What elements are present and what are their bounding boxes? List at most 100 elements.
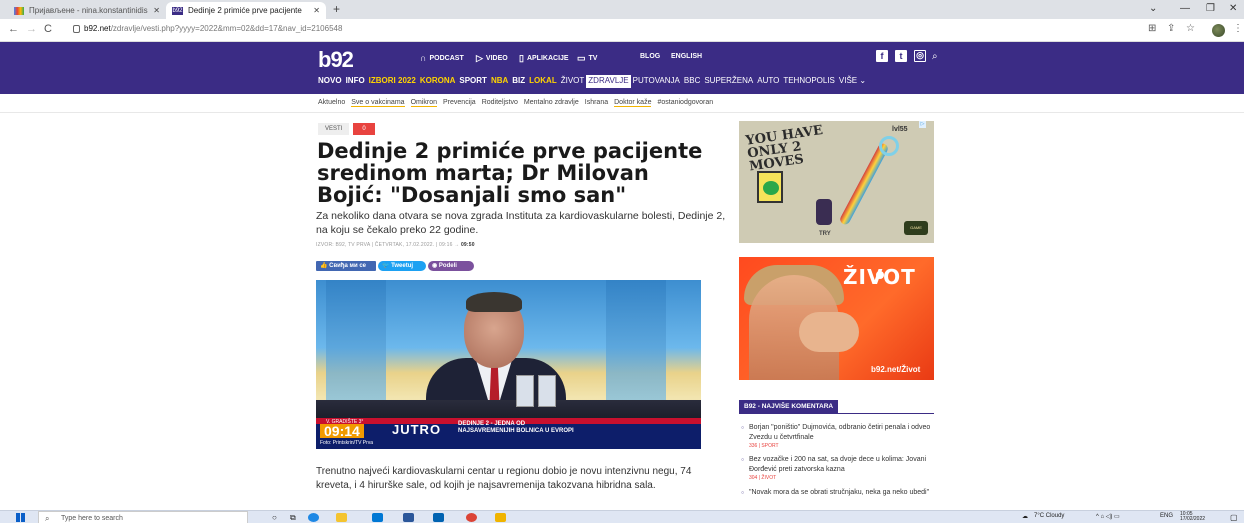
nav-zdravlje[interactable]: ZDRAVLJE (586, 75, 631, 88)
subnav-aktuelno[interactable]: Aktuelno (318, 99, 345, 107)
lock-icon[interactable] (73, 25, 80, 33)
task-view-icon[interactable]: ⧉ (290, 513, 296, 523)
windows-taskbar: ⌕ Type here to search ○ ⧉ ☁ 7°C Cloudy ^ … (0, 510, 1244, 523)
ad-level: lvl55 (892, 126, 908, 133)
menu-icon[interactable]: ⋮ (1233, 23, 1243, 34)
word-icon[interactable] (403, 513, 414, 522)
zivot-promo[interactable]: ŽIVOT b92.net/Život (739, 257, 934, 380)
tab-gmail[interactable]: Пријављене - nina.konstantinidis ✕ (8, 2, 166, 19)
language-indicator[interactable]: ENG (1160, 513, 1173, 519)
nav-korona[interactable]: KORONA (418, 76, 458, 88)
close-tab-icon[interactable]: ✕ (153, 6, 160, 15)
share-icon[interactable]: ⇪ (1167, 23, 1175, 34)
chrome-icon[interactable] (466, 513, 477, 522)
game-ad[interactable]: YOU HAVE ONLY 2 MOVES lvl55 TRY GAME (739, 121, 934, 243)
profile-avatar[interactable] (1212, 24, 1225, 37)
subnav-mentalno[interactable]: Mentalno zdravlje (524, 99, 579, 107)
search-icon: ⌕ (45, 514, 50, 523)
photo-credit: Foto: Printskrin/TV Prva (320, 440, 374, 446)
weather-icon[interactable]: ☁ (1022, 513, 1028, 520)
facebook-icon[interactable]: f (876, 50, 888, 62)
minimize-icon[interactable]: — (1180, 3, 1190, 14)
subnav-ishrana[interactable]: Ishrana (585, 99, 608, 107)
store-icon[interactable] (433, 513, 444, 522)
notifications-icon[interactable]: ▢ (1230, 513, 1238, 522)
list-item[interactable]: Borjan "poništio" Dujmovića, odbranio če… (741, 423, 931, 450)
facebook-like-button[interactable]: 👍 Свиђа ми се (316, 261, 376, 271)
edge-icon[interactable] (308, 513, 319, 522)
nav-zivot[interactable]: ŽIVOT (559, 76, 587, 88)
app-icon[interactable] (495, 513, 506, 522)
cortana-icon[interactable]: ○ (272, 513, 277, 522)
subnav-vakcine[interactable]: Sve o vakcinama (351, 99, 405, 107)
clock[interactable]: 10:05 17/02/2022 (1180, 512, 1205, 522)
tab-search-chevron-icon[interactable]: ⌄ (1149, 3, 1157, 14)
translate-icon[interactable]: ⊞ (1148, 23, 1156, 34)
close-window-icon[interactable]: ✕ (1229, 3, 1237, 14)
tray-icons[interactable]: ^ ⌂ ◁) ▭ (1096, 513, 1120, 520)
nav-biz[interactable]: BIZ (510, 76, 527, 88)
close-tab-icon[interactable]: ✕ (313, 6, 320, 15)
reload-icon[interactable]: C (44, 23, 52, 35)
nav-superzena[interactable]: SUPERŽENA (702, 76, 755, 88)
subnav-roditeljstvo[interactable]: Roditeljstvo (482, 99, 518, 107)
tweet-button[interactable]: 🐦 Tweetuj (378, 261, 426, 271)
nav-izbori[interactable]: IZBORI 2022 (367, 76, 418, 88)
nav-sport[interactable]: SPORT (457, 76, 489, 88)
url-field[interactable]: b92.net/zdravlje/vesti.php?yyyy=2022&mm=… (84, 24, 342, 33)
top-link-tv[interactable]: ▭ TV (577, 53, 597, 64)
nav-lokal[interactable]: LOKAL (527, 76, 559, 88)
instagram-icon[interactable]: ◎ (914, 50, 926, 62)
list-item[interactable]: "Novak mora da se obrati stručnjaku, nek… (741, 488, 931, 498)
nav-putovanja[interactable]: PUTOVANJA (631, 76, 682, 88)
nav-tehnopolis[interactable]: TEHNOPOLIS (781, 76, 837, 88)
article-photo: V. GRADIŠTE 3° 09:14 JUTRO DEDINJE 2 - J… (316, 280, 701, 449)
nav-auto[interactable]: AUTO (755, 76, 781, 88)
card-graphic (757, 171, 783, 203)
new-tab-icon[interactable]: + (333, 2, 340, 16)
comment-count-badge[interactable]: 0 (353, 123, 375, 135)
nav-bbc[interactable]: BBC (682, 76, 702, 88)
restore-icon[interactable]: ❐ (1206, 3, 1215, 14)
file-explorer-icon[interactable] (336, 513, 347, 522)
subnav-prevencija[interactable]: Prevencija (443, 99, 476, 107)
top-link-blog[interactable]: BLOG (640, 53, 660, 60)
weather-text[interactable]: 7°C Cloudy (1034, 513, 1064, 519)
top-link-podcast[interactable]: ∩ PODCAST (420, 53, 464, 63)
article-paragraph: Trenutno najveći kardiovaskularni centar… (316, 466, 692, 491)
subnav-doktor[interactable]: Doktor kaže (614, 99, 652, 107)
adchoices-icon[interactable]: ▷ (919, 121, 926, 128)
nav-vise[interactable]: VIŠE ⌄ (837, 76, 868, 88)
top-link-english[interactable]: ENGLISH (671, 53, 702, 60)
tv-icon: ▭ (577, 53, 586, 63)
taskbar-search-input[interactable]: ⌕ Type here to search (38, 511, 248, 523)
nav-nba[interactable]: NBA (489, 76, 510, 88)
sub-nav: Aktuelno Sve o vakcinama Omikron Prevenc… (318, 99, 713, 107)
nav-novo[interactable]: NOVO (316, 76, 344, 88)
windows-start-icon[interactable] (16, 513, 25, 522)
tab-b92-article[interactable]: b92 Dedinje 2 primiće prve pacijente ✕ (166, 2, 326, 19)
section-tag[interactable]: VESTI (318, 123, 350, 135)
subnav-omikron[interactable]: Omikron (410, 99, 438, 107)
article-breadcrumb: VESTI 0 (318, 123, 375, 135)
viber-share-button[interactable]: ◉ Podeli (428, 261, 474, 271)
play-icon: ▷ (476, 53, 483, 63)
book (516, 375, 534, 407)
list-item[interactable]: Bez vozačke i 200 na sat, sa dvoje dece … (741, 455, 931, 482)
twitter-icon[interactable]: t (895, 50, 907, 62)
man-hair (466, 292, 522, 312)
forward-icon[interactable]: → (26, 23, 37, 35)
bookmark-star-icon[interactable]: ☆ (1186, 23, 1195, 34)
search-icon[interactable]: ⌕ (932, 51, 938, 62)
show-name: JUTRO (392, 422, 442, 437)
subnav-ostaniodgovoran[interactable]: #ostaniodgovoran (657, 99, 713, 107)
article-lead: Za nekoliko dana otvara se nova zgrada I… (316, 210, 726, 236)
top-link-video[interactable]: ▷ VIDEO (476, 53, 508, 64)
mail-icon[interactable] (372, 513, 383, 522)
b92-logo[interactable]: b92 (318, 47, 354, 73)
nav-info[interactable]: INFO (344, 76, 367, 88)
b92-dot-icon (876, 271, 884, 279)
top-link-apps[interactable]: ▯ APLIKACIJE (519, 53, 569, 64)
ring-graphic (879, 136, 899, 156)
back-icon[interactable]: ← (8, 23, 19, 35)
